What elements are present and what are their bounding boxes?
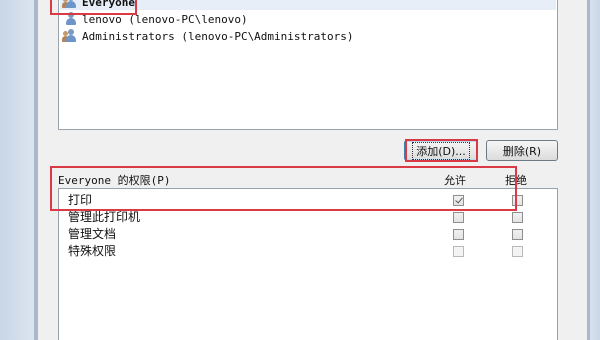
permission-row-special: 特殊权限 [68, 242, 116, 259]
highlight-add-button [405, 139, 478, 162]
permission-row-manage-documents: 管理文档 [68, 225, 116, 242]
deny-checkbox-special [512, 246, 523, 257]
deny-checkbox-manage-printer[interactable] [512, 212, 523, 223]
deny-checkbox-manage-documents[interactable] [512, 229, 523, 240]
allow-checkbox-manage-printer[interactable] [453, 212, 464, 223]
window-frame-right [587, 0, 600, 340]
users-list[interactable]: Everyone lenovo (lenovo-PC\lenovo) Admin… [58, 0, 558, 130]
list-item-administrators[interactable]: Administrators (lenovo-PC\Administrators… [62, 28, 354, 44]
highlight-print-permission [50, 166, 517, 211]
permission-name: 特殊权限 [68, 244, 117, 258]
group-icon [62, 29, 79, 43]
window-frame-left [0, 0, 38, 340]
remove-button-label: 删除(R) [502, 144, 542, 158]
user-name: Administrators (lenovo-PC\Administrators… [82, 29, 354, 43]
remove-button[interactable]: 删除(R) [486, 140, 558, 161]
highlight-everyone [50, 0, 137, 15]
allow-checkbox-special [453, 246, 464, 257]
permission-name: 管理文档 [68, 227, 117, 241]
allow-checkbox-manage-documents[interactable] [453, 229, 464, 240]
